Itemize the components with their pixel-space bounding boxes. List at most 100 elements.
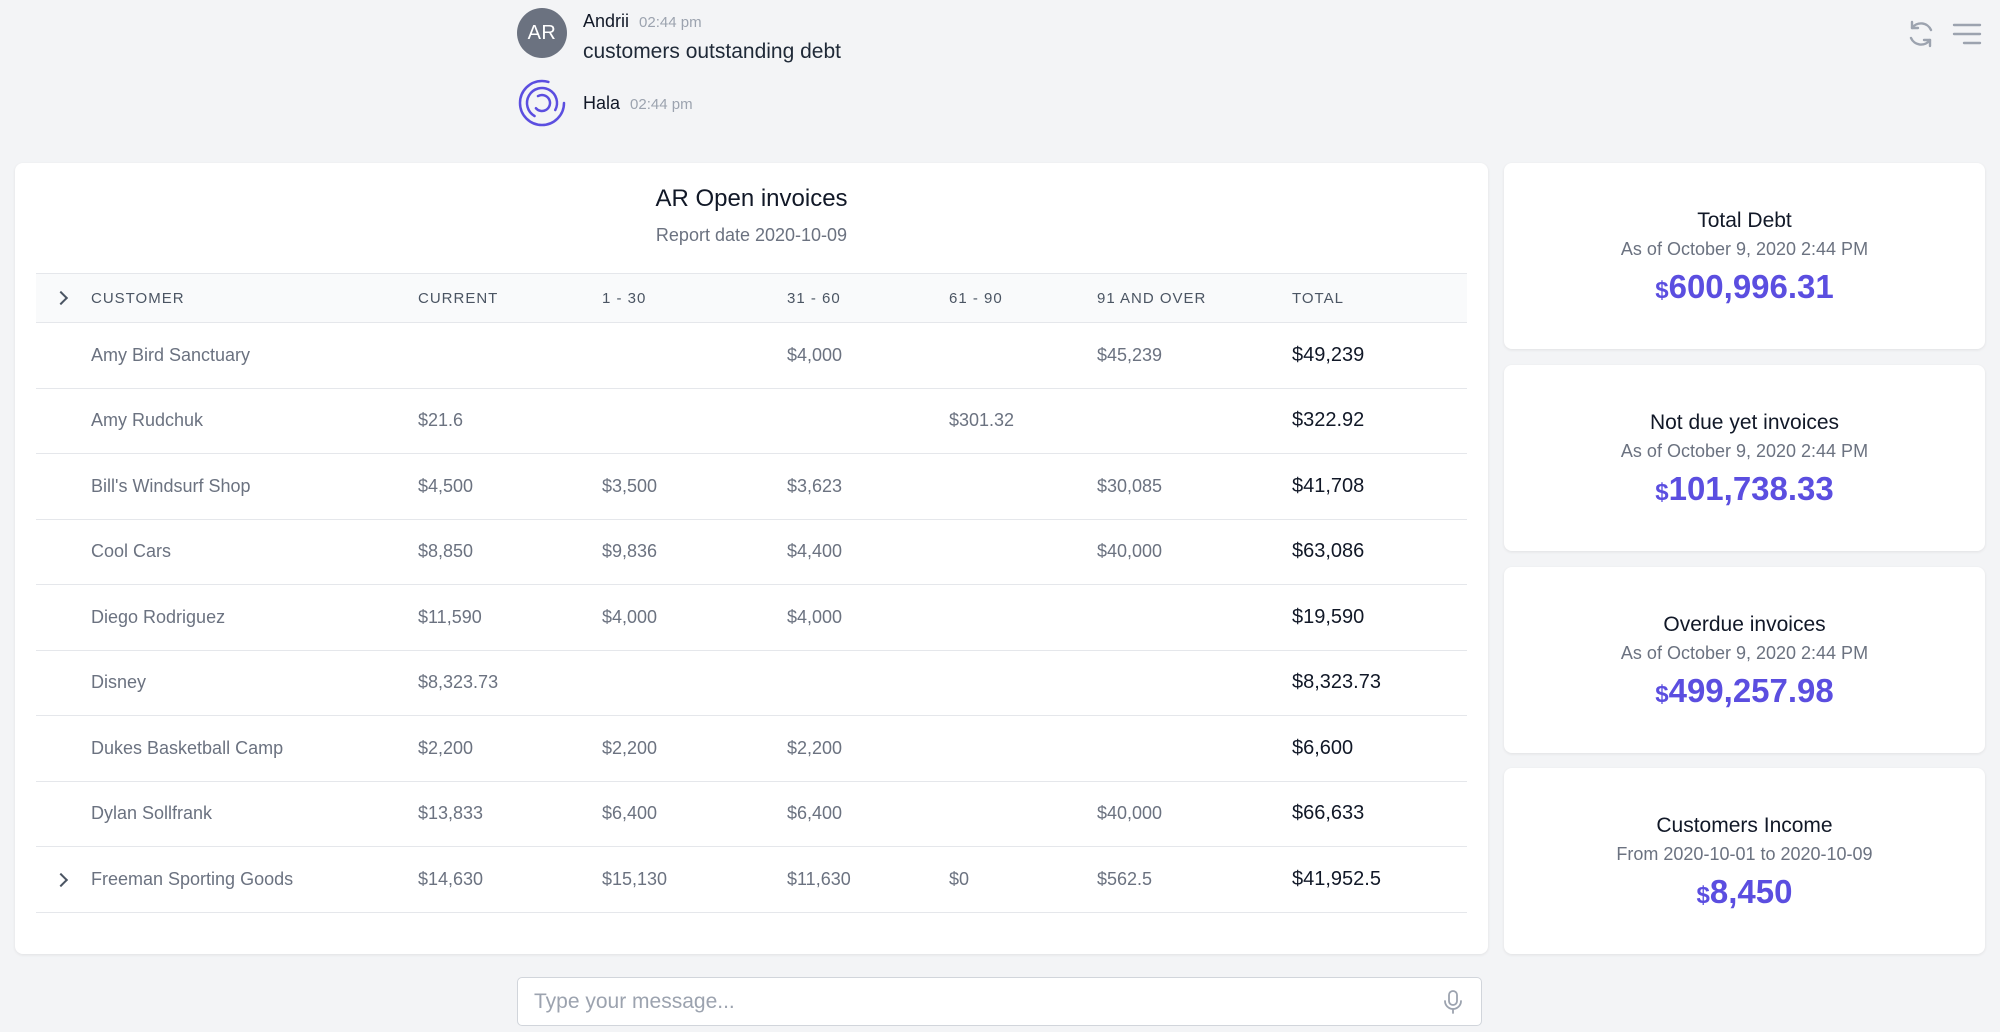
chevron-right-icon[interactable] bbox=[53, 872, 69, 887]
table-row: Bill's Windsurf Shop $4,500 $3,500 $3,62… bbox=[36, 454, 1467, 520]
cell-31-60: $4,000 bbox=[787, 606, 843, 627]
ar-invoices-table: CUSTOMER CURRENT 1 - 30 31 - 60 61 - 90 … bbox=[36, 273, 1467, 913]
column-header-1-30[interactable]: 1 - 30 bbox=[602, 274, 787, 323]
summary-card-not-due: Not due yet invoices As of October 9, 20… bbox=[1504, 365, 1985, 551]
cell-91-over: $45,239 bbox=[1097, 344, 1163, 365]
cell-current: $11,590 bbox=[418, 606, 482, 627]
summary-amount: 499,257.98 bbox=[1668, 672, 1834, 709]
message-author: Hala bbox=[583, 93, 621, 113]
customer-name: Cool Cars bbox=[91, 541, 172, 562]
summary-subtitle: From 2020-10-01 to 2020-10-09 bbox=[1616, 844, 1873, 864]
summary-value: $101,738.33 bbox=[1504, 470, 1985, 508]
summary-title: Customers Income bbox=[1656, 814, 1833, 837]
customer-name: Amy Bird Sanctuary bbox=[91, 344, 251, 365]
cell-current: $13,833 bbox=[418, 803, 484, 824]
cell-91-over: $40,000 bbox=[1097, 541, 1163, 562]
cell-1-30: $6,400 bbox=[602, 803, 658, 824]
cell-1-30: $9,836 bbox=[602, 541, 658, 562]
cell-31-60: $2,200 bbox=[787, 737, 843, 758]
cell-31-60 bbox=[787, 650, 949, 716]
summary-value: $600,996.31 bbox=[1504, 268, 1985, 306]
cell-current: $14,630 bbox=[418, 868, 484, 889]
customer-name: Disney bbox=[91, 672, 147, 693]
cell-61-90: $0 bbox=[949, 868, 970, 889]
column-header-customer[interactable]: CUSTOMER bbox=[91, 274, 418, 323]
currency-symbol: $ bbox=[1655, 681, 1669, 708]
row-expand-toggle[interactable] bbox=[36, 847, 91, 913]
customer-name: Bill's Windsurf Shop bbox=[91, 475, 251, 496]
cell-31-60: $3,623 bbox=[787, 475, 843, 496]
table-row: Cool Cars $8,850 $9,836 $4,400 $40,000 $… bbox=[36, 519, 1467, 585]
cell-total: $322.92 bbox=[1292, 409, 1365, 432]
summary-title: Total Debt bbox=[1697, 209, 1792, 232]
menu-icon[interactable] bbox=[1951, 18, 1983, 50]
ar-report-card: AR Open invoices Report date 2020-10-09 … bbox=[15, 163, 1488, 954]
user-avatar: AR bbox=[517, 8, 567, 58]
cell-31-60: $4,400 bbox=[787, 541, 843, 562]
summary-subtitle: As of October 9, 2020 2:44 PM bbox=[1620, 441, 1869, 461]
summary-value: $499,257.98 bbox=[1504, 672, 1985, 710]
cell-61-90 bbox=[949, 585, 1097, 651]
cell-91-over: $562.5 bbox=[1097, 868, 1153, 889]
cell-91-over: $30,085 bbox=[1097, 475, 1163, 496]
cell-total: $6,600 bbox=[1292, 736, 1354, 759]
cell-31-60 bbox=[787, 388, 949, 454]
table-row: Dukes Basketball Camp $2,200 $2,200 $2,2… bbox=[36, 716, 1467, 782]
summary-title: Overdue invoices bbox=[1663, 613, 1826, 636]
cell-61-90 bbox=[949, 781, 1097, 847]
cell-91-over: $40,000 bbox=[1097, 803, 1163, 824]
cell-31-60: $6,400 bbox=[787, 803, 843, 824]
table-header-row: CUSTOMER CURRENT 1 - 30 31 - 60 61 - 90 … bbox=[36, 273, 1467, 323]
column-header-91-over[interactable]: 91 AND OVER bbox=[1097, 274, 1292, 323]
column-header-31-60[interactable]: 31 - 60 bbox=[787, 274, 949, 323]
customer-name: Amy Rudchuk bbox=[91, 410, 204, 431]
summary-subtitle: As of October 9, 2020 2:44 PM bbox=[1620, 643, 1869, 663]
cell-61-90 bbox=[949, 716, 1097, 782]
customer-name: Freeman Sporting Goods bbox=[91, 868, 294, 889]
cell-61-90 bbox=[949, 650, 1097, 716]
cell-total: $49,239 bbox=[1292, 343, 1365, 366]
cell-91-over bbox=[1097, 388, 1292, 454]
summary-card-total-debt: Total Debt As of October 9, 2020 2:44 PM… bbox=[1504, 163, 1985, 349]
column-header-current[interactable]: CURRENT bbox=[418, 274, 602, 323]
summary-title: Not due yet invoices bbox=[1649, 411, 1840, 434]
message-author: Andrii bbox=[583, 11, 630, 31]
cell-61-90 bbox=[949, 454, 1097, 520]
cell-total: $63,086 bbox=[1292, 540, 1365, 563]
cell-1-30 bbox=[602, 388, 787, 454]
table-row: Amy Bird Sanctuary $4,000 $45,239 $49,23… bbox=[36, 323, 1467, 389]
cell-91-over bbox=[1097, 716, 1292, 782]
cell-total: $19,590 bbox=[1292, 605, 1365, 628]
column-header-total[interactable]: TOTAL bbox=[1292, 274, 1467, 323]
cell-current bbox=[418, 323, 602, 389]
summary-card-overdue: Overdue invoices As of October 9, 2020 2… bbox=[1504, 567, 1985, 753]
mic-icon[interactable] bbox=[1443, 990, 1463, 1014]
message-input[interactable] bbox=[534, 978, 1414, 1025]
refresh-icon[interactable] bbox=[1905, 18, 1937, 50]
table-row: Diego Rodriguez $11,590 $4,000 $4,000 $1… bbox=[36, 585, 1467, 651]
customer-name: Dukes Basketball Camp bbox=[91, 737, 284, 758]
expand-all-toggle[interactable] bbox=[36, 274, 91, 323]
table-row-expandable[interactable]: Freeman Sporting Goods $14,630 $15,130 $… bbox=[36, 847, 1467, 913]
customer-name: Dylan Sollfrank bbox=[91, 803, 213, 824]
cell-total: $41,952.5 bbox=[1292, 867, 1381, 890]
cell-61-90 bbox=[949, 323, 1097, 389]
cell-1-30: $2,200 bbox=[602, 737, 658, 758]
cell-31-60: $11,630 bbox=[787, 868, 851, 889]
user-message: AR Andrii 02:44 pm customers outstanding… bbox=[517, 8, 841, 64]
column-header-61-90[interactable]: 61 - 90 bbox=[949, 274, 1097, 323]
report-title: AR Open invoices bbox=[655, 185, 848, 212]
table-row: Amy Rudchuk $21.6 $301.32 $322.92 bbox=[36, 388, 1467, 454]
table-row: Dylan Sollfrank $13,833 $6,400 $6,400 $4… bbox=[36, 781, 1467, 847]
cell-current: $8,323.73 bbox=[418, 672, 499, 693]
table-row: Disney $8,323.73 $8,323.73 bbox=[36, 650, 1467, 716]
cell-91-over bbox=[1097, 650, 1292, 716]
bot-logo-icon bbox=[518, 79, 566, 127]
cell-31-60: $4,000 bbox=[787, 344, 843, 365]
currency-symbol: $ bbox=[1655, 479, 1669, 506]
cell-1-30: $15,130 bbox=[602, 868, 668, 889]
currency-symbol: $ bbox=[1696, 882, 1710, 909]
cell-91-over bbox=[1097, 585, 1292, 651]
summary-amount: 8,450 bbox=[1709, 873, 1793, 910]
chevron-right-icon[interactable] bbox=[53, 290, 69, 305]
